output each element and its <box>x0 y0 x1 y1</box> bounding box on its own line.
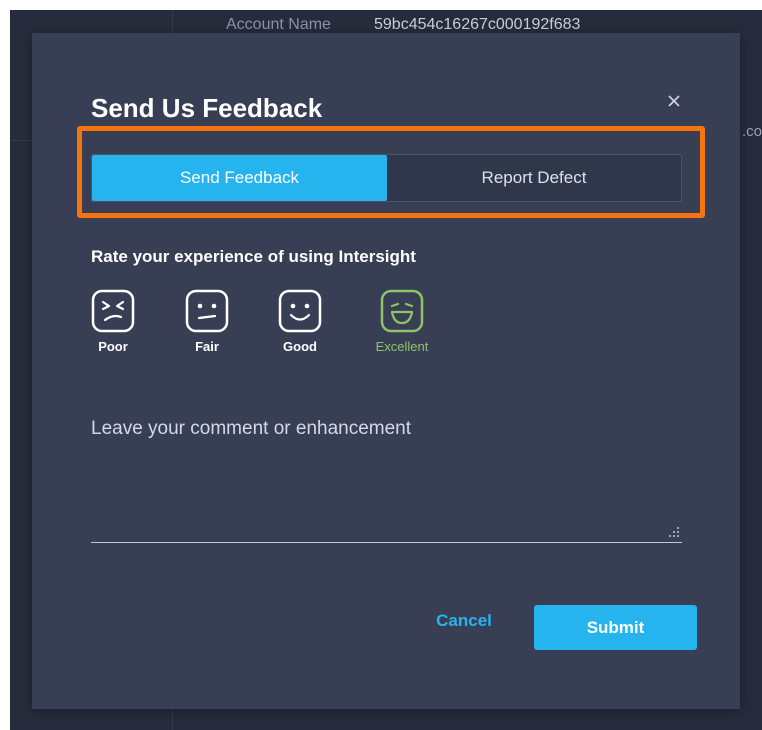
rating-prompt: Rate your experience of using Intersight <box>91 247 416 266</box>
feedback-dialog: Send Us Feedback Send Feedback Report De… <box>32 33 740 709</box>
account-name-label: Account Name <box>226 16 331 33</box>
rating-good-label: Good <box>283 339 317 354</box>
close-icon[interactable] <box>664 91 684 111</box>
cancel-button[interactable]: Cancel <box>424 611 504 641</box>
rating-poor[interactable]: Poor <box>73 289 153 354</box>
excellent-face-icon <box>380 289 424 333</box>
rating-fair[interactable]: Fair <box>167 289 247 354</box>
account-name-value: 59bc454c16267c000192f683 <box>374 16 581 33</box>
submit-button[interactable]: Submit <box>534 605 697 650</box>
good-face-icon <box>278 289 322 333</box>
rating-excellent-label: Excellent <box>375 339 429 354</box>
background-text-peek: .co <box>742 123 762 140</box>
comment-field-wrapper <box>91 418 682 543</box>
tab-send-feedback[interactable]: Send Feedback <box>92 155 387 201</box>
fair-face-icon <box>185 289 229 333</box>
dialog-title: Send Us Feedback <box>91 93 323 123</box>
rating-poor-label: Poor <box>98 339 128 354</box>
comment-textarea[interactable] <box>91 418 682 528</box>
resize-handle-icon[interactable] <box>668 526 680 538</box>
feedback-tabs: Send Feedback Report Defect <box>91 154 682 202</box>
poor-face-icon <box>91 289 135 333</box>
rating-excellent[interactable]: Excellent <box>362 289 442 354</box>
rating-fair-label: Fair <box>195 339 219 354</box>
tab-report-defect[interactable]: Report Defect <box>387 155 681 201</box>
rating-good[interactable]: Good <box>260 289 340 354</box>
